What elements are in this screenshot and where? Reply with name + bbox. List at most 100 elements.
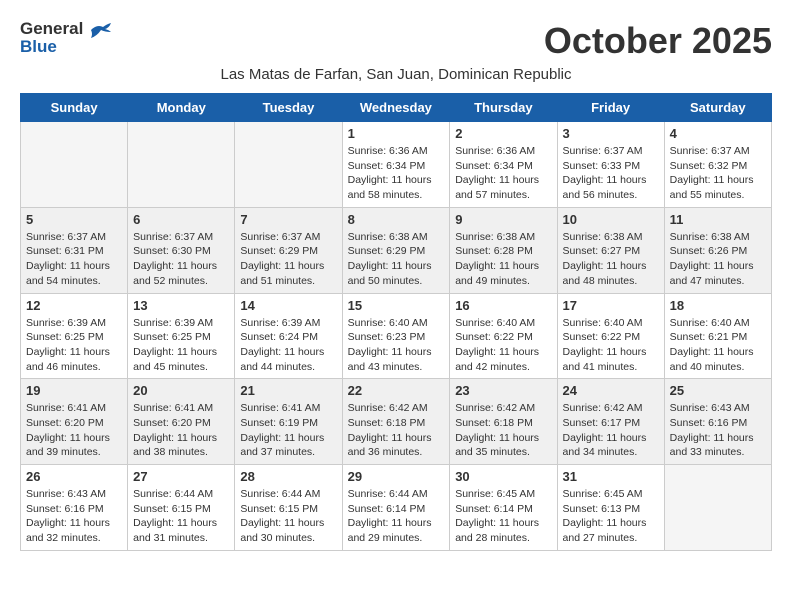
day-info: Sunrise: 6:44 AM Sunset: 6:14 PM Dayligh… — [348, 487, 445, 546]
col-tuesday: Tuesday — [235, 94, 342, 122]
calendar-week-row: 26Sunrise: 6:43 AM Sunset: 6:16 PM Dayli… — [21, 465, 772, 551]
table-row: 26Sunrise: 6:43 AM Sunset: 6:16 PM Dayli… — [21, 465, 128, 551]
table-row: 22Sunrise: 6:42 AM Sunset: 6:18 PM Dayli… — [342, 379, 450, 465]
table-row: 10Sunrise: 6:38 AM Sunset: 6:27 PM Dayli… — [557, 207, 664, 293]
day-info: Sunrise: 6:39 AM Sunset: 6:24 PM Dayligh… — [240, 316, 336, 375]
day-number: 13 — [133, 298, 229, 313]
logo-blue: Blue — [20, 37, 57, 57]
day-info: Sunrise: 6:44 AM Sunset: 6:15 PM Dayligh… — [240, 487, 336, 546]
table-row: 24Sunrise: 6:42 AM Sunset: 6:17 PM Dayli… — [557, 379, 664, 465]
table-row: 7 Sunrise: 6:37 AM Sunset: 6:29 PM Daylig… — [235, 207, 342, 293]
day-info: Sunrise: 6:39 AM Sunset: 6:25 PM Dayligh… — [133, 316, 229, 375]
day-info: Sunrise: 6:38 AM Sunset: 6:29 PM Dayligh… — [348, 230, 445, 289]
day-number: 18 — [670, 298, 766, 313]
day-number: 12 — [26, 298, 122, 313]
day-info: Sunrise: 6:37 AM Sunset: 6:29 PM Dayligh… — [240, 230, 336, 289]
day-info: Sunrise: 6:37 AM Sunset: 6:30 PM Dayligh… — [133, 230, 229, 289]
table-row: 18 Sunrise: 6:40 AM Sunset: 6:21 PM Dayli… — [664, 293, 771, 379]
table-row: 19 Sunrise: 6:41 AM Sunset: 6:20 PM Dayli… — [21, 379, 128, 465]
calendar-header-row: Sunday Monday Tuesday Wednesday Thursday… — [21, 94, 772, 122]
day-number: 6 — [133, 212, 229, 227]
table-row: 28 Sunrise: 6:44 AM Sunset: 6:15 PM Dayli… — [235, 465, 342, 551]
table-row: 12 Sunrise: 6:39 AM Sunset: 6:25 PM Dayli… — [21, 293, 128, 379]
bird-icon — [89, 22, 111, 38]
day-number: 28 — [240, 469, 336, 484]
day-number: 29 — [348, 469, 445, 484]
calendar-week-row: 12 Sunrise: 6:39 AM Sunset: 6:25 PM Dayli… — [21, 293, 772, 379]
day-info: Sunrise: 6:39 AM Sunset: 6:25 PM Dayligh… — [26, 316, 122, 375]
day-number: 19 — [26, 383, 122, 398]
day-info: Sunrise: 6:42 AM Sunset: 6:18 PM Dayligh… — [348, 401, 445, 460]
table-row: 14 Sunrise: 6:39 AM Sunset: 6:24 PM Dayli… — [235, 293, 342, 379]
day-number: 15 — [348, 298, 445, 313]
day-number: 25 — [670, 383, 766, 398]
day-info: Sunrise: 6:42 AM Sunset: 6:18 PM Dayligh… — [455, 401, 551, 460]
table-row — [664, 465, 771, 551]
day-number: 2 — [455, 126, 551, 141]
day-info: Sunrise: 6:45 AM Sunset: 6:14 PM Dayligh… — [455, 487, 551, 546]
day-info: Sunrise: 6:41 AM Sunset: 6:20 PM Dayligh… — [133, 401, 229, 460]
day-info: Sunrise: 6:36 AM Sunset: 6:34 PM Dayligh… — [348, 144, 445, 203]
table-row: 5 Sunrise: 6:37 AM Sunset: 6:31 PM Daylig… — [21, 207, 128, 293]
day-number: 27 — [133, 469, 229, 484]
day-number: 7 — [240, 212, 336, 227]
table-row: 29 Sunrise: 6:44 AM Sunset: 6:14 PM Dayli… — [342, 465, 450, 551]
logo-general: General — [20, 19, 83, 38]
table-row: 13 Sunrise: 6:39 AM Sunset: 6:25 PM Dayli… — [128, 293, 235, 379]
table-row: 6 Sunrise: 6:37 AM Sunset: 6:30 PM Daylig… — [128, 207, 235, 293]
day-number: 8 — [348, 212, 445, 227]
col-wednesday: Wednesday — [342, 94, 450, 122]
day-info: Sunrise: 6:37 AM Sunset: 6:31 PM Dayligh… — [26, 230, 122, 289]
page-container: General Blue October 2025 Las Matas de F… — [20, 20, 772, 551]
day-info: Sunrise: 6:43 AM Sunset: 6:16 PM Dayligh… — [670, 401, 766, 460]
table-row: 31 Sunrise: 6:45 AM Sunset: 6:13 PM Dayli… — [557, 465, 664, 551]
day-info: Sunrise: 6:37 AM Sunset: 6:33 PM Dayligh… — [563, 144, 659, 203]
day-number: 21 — [240, 383, 336, 398]
day-info: Sunrise: 6:40 AM Sunset: 6:22 PM Dayligh… — [455, 316, 551, 375]
day-number: 26 — [26, 469, 122, 484]
day-info: Sunrise: 6:36 AM Sunset: 6:34 PM Dayligh… — [455, 144, 551, 203]
day-number: 5 — [26, 212, 122, 227]
day-info: Sunrise: 6:37 AM Sunset: 6:32 PM Dayligh… — [670, 144, 766, 203]
day-number: 11 — [670, 212, 766, 227]
table-row: 25 Sunrise: 6:43 AM Sunset: 6:16 PM Dayli… — [664, 379, 771, 465]
col-saturday: Saturday — [664, 94, 771, 122]
table-row: 9 Sunrise: 6:38 AM Sunset: 6:28 PM Daylig… — [450, 207, 557, 293]
day-info: Sunrise: 6:40 AM Sunset: 6:22 PM Dayligh… — [563, 316, 659, 375]
day-info: Sunrise: 6:38 AM Sunset: 6:26 PM Dayligh… — [670, 230, 766, 289]
day-number: 9 — [455, 212, 551, 227]
subtitle: Las Matas de Farfan, San Juan, Dominican… — [20, 66, 772, 83]
day-info: Sunrise: 6:38 AM Sunset: 6:28 PM Dayligh… — [455, 230, 551, 289]
day-info: Sunrise: 6:44 AM Sunset: 6:15 PM Dayligh… — [133, 487, 229, 546]
day-info: Sunrise: 6:45 AM Sunset: 6:13 PM Dayligh… — [563, 487, 659, 546]
table-row: 1 Sunrise: 6:36 AM Sunset: 6:34 PM Daylig… — [342, 122, 450, 208]
logo: General Blue — [20, 20, 111, 57]
col-thursday: Thursday — [450, 94, 557, 122]
day-info: Sunrise: 6:41 AM Sunset: 6:19 PM Dayligh… — [240, 401, 336, 460]
day-info: Sunrise: 6:40 AM Sunset: 6:21 PM Dayligh… — [670, 316, 766, 375]
table-row: 20 Sunrise: 6:41 AM Sunset: 6:20 PM Dayli… — [128, 379, 235, 465]
day-number: 16 — [455, 298, 551, 313]
day-number: 30 — [455, 469, 551, 484]
day-number: 24 — [563, 383, 659, 398]
day-number: 17 — [563, 298, 659, 313]
col-sunday: Sunday — [21, 94, 128, 122]
table-row — [235, 122, 342, 208]
day-number: 23 — [455, 383, 551, 398]
day-number: 14 — [240, 298, 336, 313]
table-row: 8 Sunrise: 6:38 AM Sunset: 6:29 PM Daylig… — [342, 207, 450, 293]
table-row: 15 Sunrise: 6:40 AM Sunset: 6:23 PM Dayli… — [342, 293, 450, 379]
calendar-week-row: 5 Sunrise: 6:37 AM Sunset: 6:31 PM Daylig… — [21, 207, 772, 293]
day-number: 1 — [348, 126, 445, 141]
day-info: Sunrise: 6:41 AM Sunset: 6:20 PM Dayligh… — [26, 401, 122, 460]
day-info: Sunrise: 6:38 AM Sunset: 6:27 PM Dayligh… — [563, 230, 659, 289]
calendar-week-row: 1 Sunrise: 6:36 AM Sunset: 6:34 PM Daylig… — [21, 122, 772, 208]
day-number: 20 — [133, 383, 229, 398]
day-number: 31 — [563, 469, 659, 484]
table-row: 17 Sunrise: 6:40 AM Sunset: 6:22 PM Dayli… — [557, 293, 664, 379]
day-number: 3 — [563, 126, 659, 141]
day-number: 4 — [670, 126, 766, 141]
table-row: 4 Sunrise: 6:37 AM Sunset: 6:32 PM Daylig… — [664, 122, 771, 208]
calendar-week-row: 19 Sunrise: 6:41 AM Sunset: 6:20 PM Dayli… — [21, 379, 772, 465]
day-info: Sunrise: 6:40 AM Sunset: 6:23 PM Dayligh… — [348, 316, 445, 375]
